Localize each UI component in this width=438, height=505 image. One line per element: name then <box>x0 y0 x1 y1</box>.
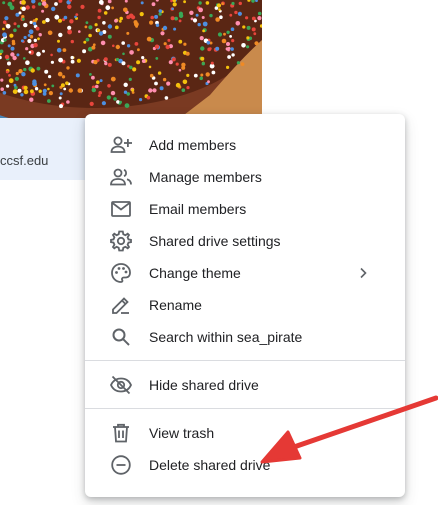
menu-item-view-trash[interactable]: View trash <box>85 417 405 449</box>
menu-item-label: Hide shared drive <box>149 377 259 393</box>
menu-item-label: Manage members <box>149 169 262 185</box>
menu-item-label: Search within sea_pirate <box>149 329 303 345</box>
donut-sprinkles-image <box>0 0 262 118</box>
menu-item-add-members[interactable]: Add members <box>85 129 405 161</box>
eye-off-icon <box>109 373 133 397</box>
menu-divider <box>85 360 405 361</box>
menu-item-hide-shared-drive[interactable]: Hide shared drive <box>85 369 405 401</box>
gear-icon <box>109 229 133 253</box>
menu-item-email-members[interactable]: Email members <box>85 193 405 225</box>
mail-icon <box>109 197 133 221</box>
menu-item-label: Rename <box>149 297 202 313</box>
menu-item-label: Change theme <box>149 265 241 281</box>
person-add-icon <box>109 133 133 157</box>
menu-item-manage-members[interactable]: Manage members <box>85 161 405 193</box>
minus-circle-icon <box>109 453 133 477</box>
menu-item-rename[interactable]: Rename <box>85 289 405 321</box>
shared-drive-context-menu: Add members Manage members Email members <box>85 114 405 497</box>
chevron-right-icon <box>355 265 371 281</box>
trash-icon <box>109 421 133 445</box>
search-icon <box>109 325 133 349</box>
menu-item-change-theme[interactable]: Change theme <box>85 257 405 289</box>
menu-item-label: Shared drive settings <box>149 233 281 249</box>
palette-icon <box>109 261 133 285</box>
menu-item-label: Delete shared drive <box>149 457 271 473</box>
people-icon <box>109 165 133 189</box>
menu-item-delete-shared-drive[interactable]: Delete shared drive <box>85 449 405 481</box>
menu-item-search-within[interactable]: Search within sea_pirate <box>85 321 405 353</box>
menu-item-label: Email members <box>149 201 247 217</box>
menu-item-label: View trash <box>149 425 215 441</box>
drive-theme-image <box>0 0 262 118</box>
pencil-icon <box>109 293 133 317</box>
menu-item-shared-drive-settings[interactable]: Shared drive settings <box>85 225 405 257</box>
drive-owner-domain: ccsf.edu <box>0 153 49 168</box>
menu-divider <box>85 408 405 409</box>
menu-item-label: Add members <box>149 137 237 153</box>
